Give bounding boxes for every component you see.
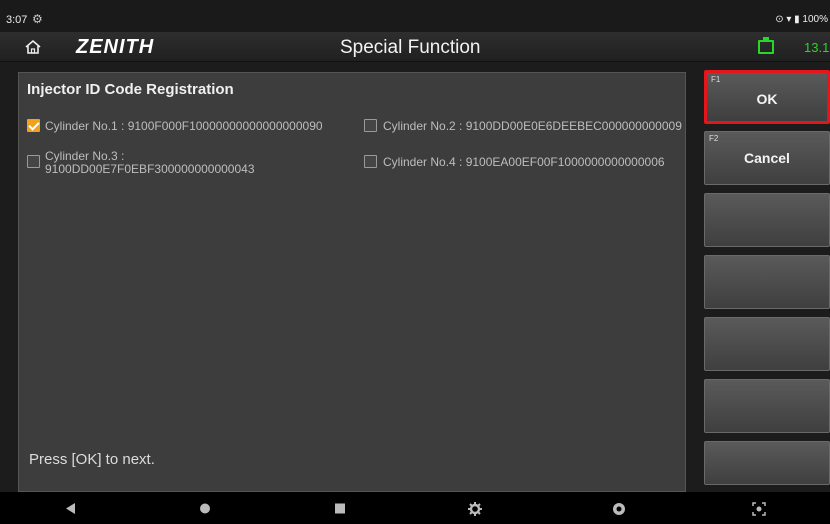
cylinder-4-label[interactable]: Cylinder No.4 : 9100EA00EF00F10000000000… xyxy=(383,155,683,169)
cancel-button[interactable]: F2 Cancel xyxy=(704,131,830,185)
panel-title: Injector ID Code Registration xyxy=(27,81,234,98)
android-nav-bar xyxy=(0,492,830,524)
instruction-text: Press [OK] to next. xyxy=(29,451,155,468)
fkey-number: F1 xyxy=(711,75,721,84)
function-key-7[interactable] xyxy=(704,441,830,485)
home-nav-icon[interactable] xyxy=(199,502,211,515)
battery-voltage: 13.1 xyxy=(804,40,830,55)
settings-icon[interactable] xyxy=(468,502,482,516)
function-key-3[interactable] xyxy=(704,193,830,247)
home-icon[interactable] xyxy=(24,39,42,55)
settings-status-icon: ⚙ xyxy=(32,12,43,26)
fkey-number: F2 xyxy=(709,134,719,143)
cylinder-1-label[interactable]: Cylinder No.1 : 9100F000F100000000000000… xyxy=(45,119,367,133)
cylinder-4-checkbox[interactable] xyxy=(364,155,377,168)
status-time: 3:07 xyxy=(6,14,28,26)
ok-button[interactable]: F1 OK xyxy=(704,70,830,124)
function-key-4[interactable] xyxy=(704,255,830,309)
main-area: Injector ID Code Registration Cylinder N… xyxy=(0,62,698,492)
cylinder-2-checkbox[interactable] xyxy=(364,119,377,132)
function-key-bar: F1 OK F2 Cancel xyxy=(698,62,830,492)
cylinder-1-checkbox[interactable] xyxy=(27,119,40,132)
status-indicators: ⊙ ▾ ▮ 100% xyxy=(775,14,828,25)
status-bar: 3:07 ⚙ ⊙ ▾ ▮ 100% xyxy=(0,0,830,32)
cylinder-3-label-line2[interactable]: 9100DD00E7F0EBF300000000000043 xyxy=(45,162,345,176)
fkey-label: OK xyxy=(756,91,778,107)
back-icon[interactable] xyxy=(64,502,76,515)
screenshot-icon[interactable] xyxy=(752,502,766,516)
function-key-5[interactable] xyxy=(704,317,830,371)
battery-icon xyxy=(758,37,774,54)
cylinder-3-checkbox[interactable] xyxy=(27,155,40,168)
recents-icon[interactable] xyxy=(334,502,346,515)
cylinder-3-label-line1[interactable]: Cylinder No.3 : xyxy=(45,149,345,163)
browser-icon[interactable] xyxy=(612,502,626,516)
function-key-6[interactable] xyxy=(704,379,830,433)
fkey-label: Cancel xyxy=(744,150,790,166)
cylinder-2-label[interactable]: Cylinder No.2 : 9100DD00E0E6DEEBEC000000… xyxy=(383,119,683,133)
app-header: ZENITH Special Function 13.1 xyxy=(0,32,830,62)
brand-logo: ZENITH xyxy=(76,36,155,58)
page-title: Special Function xyxy=(340,37,481,58)
content-panel: Injector ID Code Registration Cylinder N… xyxy=(18,72,686,492)
